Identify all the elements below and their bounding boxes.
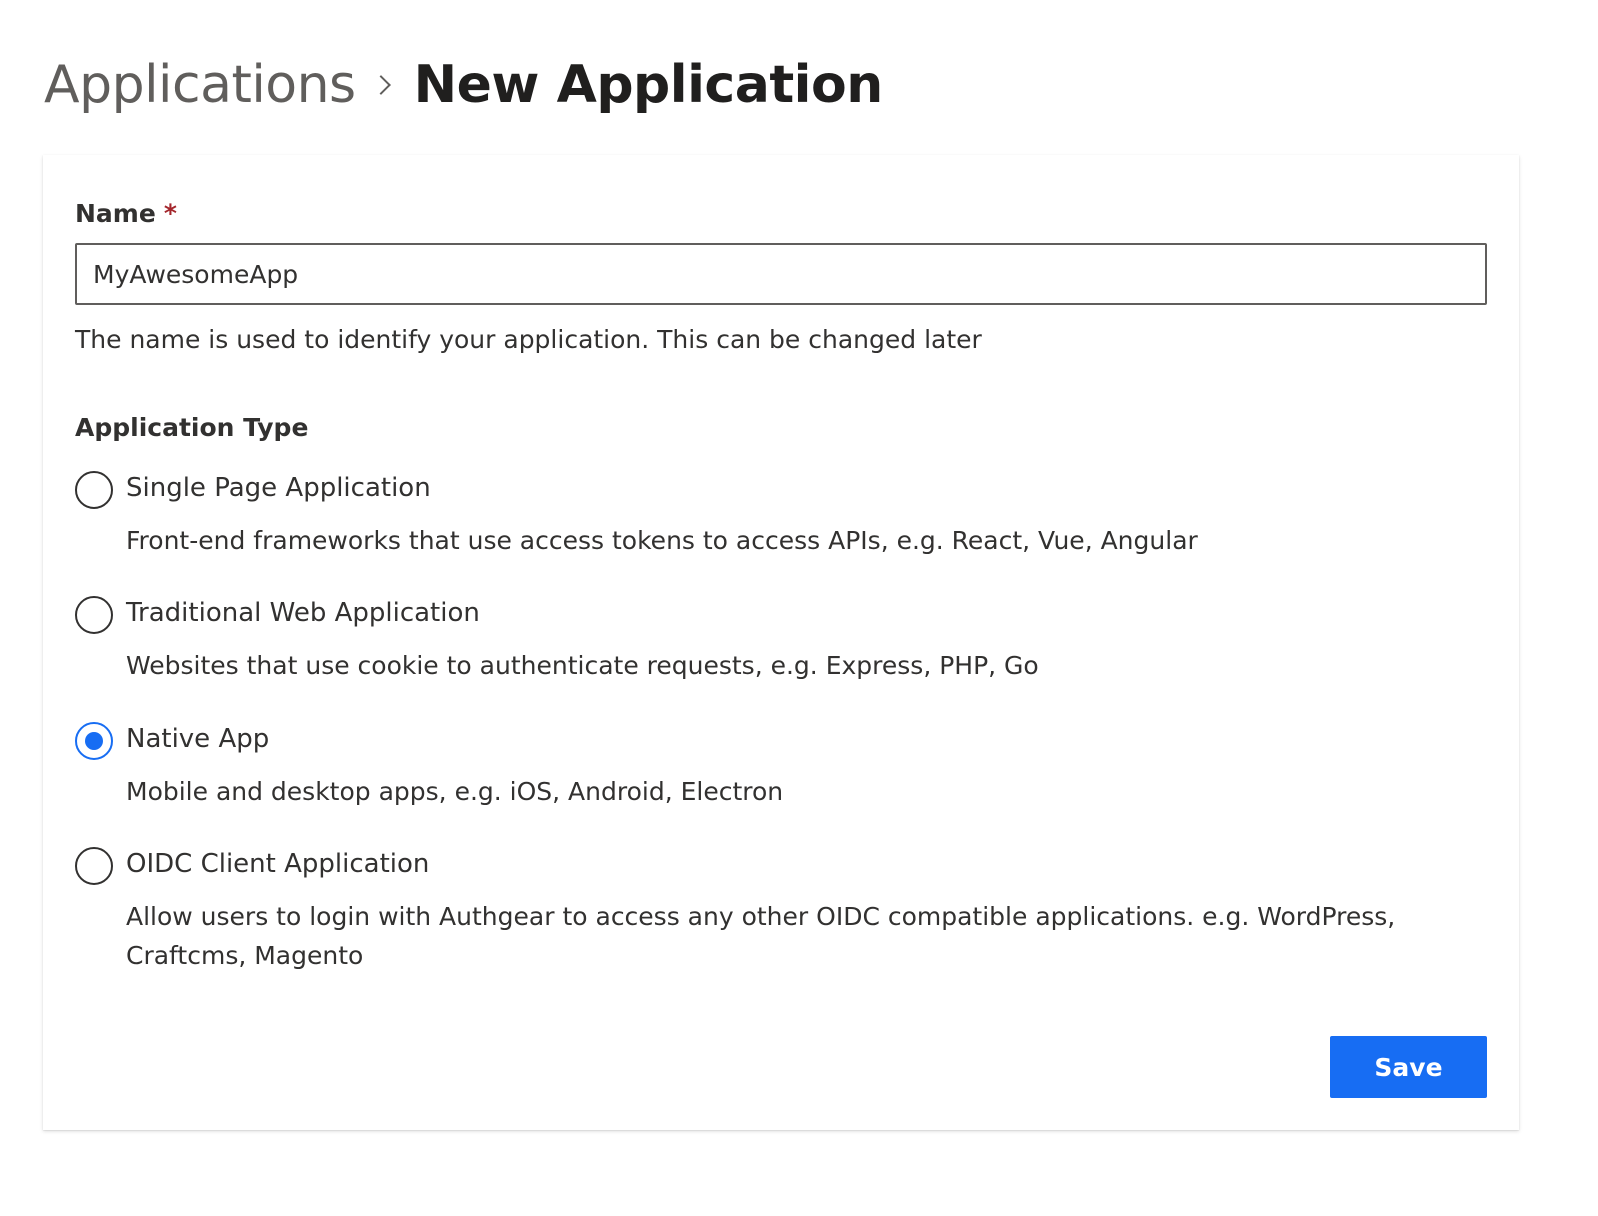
breadcrumb: Applications New Application (44, 50, 883, 120)
name-field-label: Name * (75, 199, 177, 228)
name-input[interactable] (75, 243, 1487, 305)
option-description: Websites that use cookie to authenticate… (126, 651, 1039, 680)
option-description: Allow users to login with Authgear to ac… (126, 902, 1396, 970)
option-label: Traditional Web Application (126, 598, 480, 628)
option-label: Single Page Application (126, 473, 431, 503)
option-label: Native App (126, 724, 270, 754)
breadcrumb-applications-link[interactable]: Applications (44, 55, 356, 115)
name-help-text: The name is used to identify your applic… (75, 325, 982, 354)
option-label: OIDC Client Application (126, 849, 430, 879)
radio-traditional-web-application[interactable] (75, 596, 113, 634)
option-description: Front-end frameworks that use access tok… (126, 526, 1198, 555)
radio-single-page-application[interactable] (75, 471, 113, 509)
save-button[interactable]: Save (1330, 1036, 1487, 1098)
page-title: New Application (413, 55, 884, 115)
option-description: Mobile and desktop apps, e.g. iOS, Andro… (126, 777, 784, 806)
radio-oidc-client-application[interactable] (75, 847, 113, 885)
radio-native-app[interactable] (75, 722, 113, 760)
required-marker: * (163, 199, 177, 228)
application-type-label: Application Type (75, 413, 309, 442)
name-label-text: Name (75, 199, 156, 228)
new-application-form-card: Name* The name is used to identify your … (43, 155, 1519, 1130)
chevron-right-icon (370, 75, 391, 95)
